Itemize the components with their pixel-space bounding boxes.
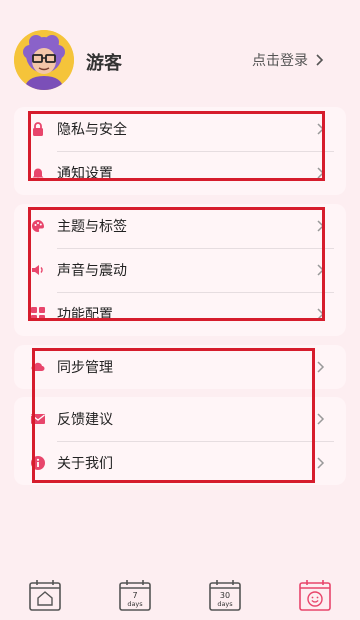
tab-30-days[interactable]: 30 days	[208, 578, 242, 612]
home-calendar-icon	[29, 580, 61, 611]
login-link[interactable]: 点击登录	[252, 50, 324, 70]
chevron-right-icon	[316, 54, 324, 66]
username: 游客	[86, 53, 122, 74]
calendar-30-days-icon: 30 days	[209, 580, 241, 611]
chevron-right-icon	[317, 220, 325, 232]
lock-icon	[31, 122, 45, 136]
row-feedback[interactable]: 反馈建议	[14, 397, 346, 441]
chevron-right-icon	[317, 457, 325, 469]
chevron-right-icon	[317, 413, 325, 425]
row-label: 功能配置	[57, 307, 113, 323]
row-label: 主题与标签	[57, 219, 127, 235]
row-privacy-security[interactable]: 隐私与安全	[14, 107, 346, 151]
row-theme-tags[interactable]: 主题与标签	[14, 204, 346, 248]
profile-header: 游客 点击登录	[14, 30, 344, 92]
smiley-calendar-icon	[299, 580, 331, 611]
settings-group-sync: 同步管理	[14, 345, 346, 389]
chevron-right-icon	[317, 361, 325, 373]
row-sync-management[interactable]: 同步管理	[14, 345, 346, 389]
login-label: 点击登录	[252, 53, 308, 69]
row-label: 关于我们	[57, 456, 113, 472]
cloud-icon	[31, 360, 45, 374]
tab-7-days[interactable]: 7 days	[118, 578, 152, 612]
speaker-icon	[31, 263, 45, 277]
bottom-tab-bar: 7 days 30 days	[0, 570, 360, 620]
settings-group-about: 反馈建议 关于我们	[14, 397, 346, 485]
row-label: 通知设置	[57, 166, 113, 182]
palette-icon	[31, 219, 45, 233]
tab-7-unit: days	[127, 600, 143, 608]
grid-icon	[31, 307, 45, 321]
tab-profile[interactable]	[298, 578, 332, 612]
settings-group-appearance: 主题与标签 声音与震动 功能配置	[14, 204, 346, 336]
row-label: 同步管理	[57, 360, 113, 376]
tab-30-number: 30	[220, 591, 230, 600]
chevron-right-icon	[317, 167, 325, 179]
row-notification-settings[interactable]: 通知设置	[14, 151, 346, 195]
chevron-right-icon	[317, 123, 325, 135]
row-sound-vibration[interactable]: 声音与震动	[14, 248, 346, 292]
mail-icon	[31, 412, 45, 426]
row-label: 声音与震动	[57, 263, 127, 279]
row-label: 隐私与安全	[57, 122, 127, 138]
chevron-right-icon	[317, 308, 325, 320]
row-label: 反馈建议	[57, 412, 113, 428]
tab-home[interactable]	[28, 578, 62, 612]
settings-group-privacy: 隐私与安全 通知设置	[14, 107, 346, 195]
tab-7-number: 7	[132, 591, 137, 600]
tab-30-unit: days	[217, 600, 233, 608]
row-feature-config[interactable]: 功能配置	[14, 292, 346, 336]
avatar[interactable]	[14, 30, 74, 90]
row-about-us[interactable]: 关于我们	[14, 441, 346, 485]
info-icon	[31, 456, 45, 470]
calendar-7-days-icon: 7 days	[119, 580, 151, 611]
chevron-right-icon	[317, 264, 325, 276]
bell-icon	[31, 166, 45, 180]
